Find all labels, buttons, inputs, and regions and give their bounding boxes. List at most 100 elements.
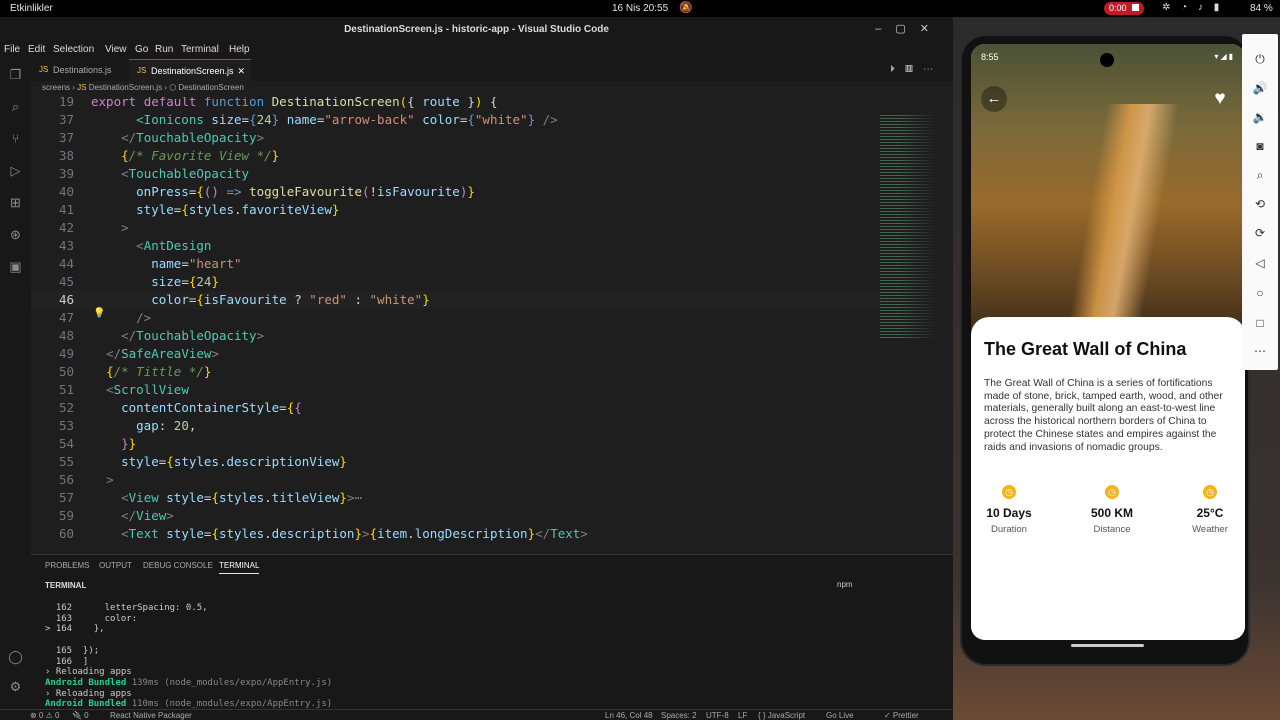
- code-line[interactable]: 39 <TouchableOpacity: [31, 165, 881, 183]
- code-line[interactable]: 37 <Ionicons size={24} name="arrow-back"…: [31, 111, 881, 129]
- gesture-bar[interactable]: [962, 632, 1252, 666]
- code-line[interactable]: 60 <Text style={styles.description}>{ite…: [31, 525, 881, 543]
- tab-destinations[interactable]: JS Destinations.js: [31, 59, 129, 81]
- rotate-left-icon[interactable]: ⟲: [1242, 197, 1278, 211]
- breadcrumb-file[interactable]: DestinationScreen.js: [89, 83, 162, 92]
- volume-up-icon[interactable]: 🔊: [1242, 81, 1278, 95]
- status-encoding[interactable]: UTF-8: [706, 711, 729, 720]
- code-line[interactable]: 45 size={24}: [31, 273, 881, 291]
- editor-actions[interactable]: ⏵▥⋯: [890, 64, 943, 75]
- line-number: 55: [58, 454, 74, 469]
- menu-run[interactable]: Run: [155, 44, 173, 55]
- explorer-icon[interactable]: ❐: [7, 67, 24, 84]
- code-line[interactable]: 49 </SafeAreaView>: [31, 345, 881, 363]
- code-text: </TouchableOpacity>: [121, 130, 265, 145]
- menu-go[interactable]: Go: [135, 44, 148, 55]
- line-number: 45: [58, 274, 74, 289]
- breadcrumb-folder[interactable]: screens: [42, 83, 70, 92]
- menu-edit[interactable]: Edit: [28, 44, 45, 55]
- code-text: <Ionicons size={24} name="arrow-back" co…: [136, 112, 558, 127]
- system-tray-icons[interactable]: ✲ ◔ ♪ ▮: [1162, 2, 1223, 13]
- home-icon[interactable]: ○: [1242, 286, 1278, 300]
- code-line[interactable]: 47 />: [31, 309, 881, 327]
- line-number: 41: [58, 202, 74, 217]
- lightbulb-icon[interactable]: 💡: [93, 308, 105, 319]
- volume-down-icon[interactable]: 🔉: [1242, 110, 1278, 124]
- clock[interactable]: 16 Nis 20:55: [612, 3, 668, 14]
- rotate-right-icon[interactable]: ⟳: [1242, 226, 1278, 240]
- run-debug-icon[interactable]: ▷: [7, 163, 24, 180]
- status-eol[interactable]: LF: [738, 711, 747, 720]
- window-controls[interactable]: –▢✕: [875, 17, 943, 42]
- status-cursor-position[interactable]: Ln 46, Col 48: [605, 711, 653, 720]
- code-line[interactable]: 40 onPress={() => toggleFavourite(!isFav…: [31, 183, 881, 201]
- back-button[interactable]: ←: [981, 86, 1007, 112]
- menu-terminal[interactable]: Terminal: [181, 44, 219, 55]
- more-icon[interactable]: ⋯: [1242, 344, 1278, 358]
- camera-icon[interactable]: ◙: [1242, 139, 1278, 153]
- status-prettier[interactable]: ✓ Prettier: [884, 711, 919, 720]
- code-line[interactable]: 50 {/* Tittle */}: [31, 363, 881, 381]
- panel-tab-problems[interactable]: PROBLEMS: [45, 561, 89, 570]
- code-line[interactable]: 19 export default function DestinationScr…: [31, 97, 881, 111]
- code-line[interactable]: 59 </View>: [31, 507, 881, 525]
- code-line[interactable]: 55 style={styles.descriptionView}: [31, 453, 881, 471]
- breadcrumb-symbol[interactable]: DestinationScreen: [178, 83, 243, 92]
- status-packager[interactable]: React Native Packager: [110, 711, 192, 720]
- zoom-icon[interactable]: ⌕: [1242, 168, 1278, 183]
- react-native-icon[interactable]: ▣: [7, 259, 24, 276]
- status-bar: ⊗ 0 ⚠ 0 🔌 0 React Native Packager Ln 46,…: [0, 709, 953, 720]
- code-line[interactable]: 38 {/* Favorite View */}: [31, 147, 881, 165]
- remote-icon[interactable]: ⊛: [7, 227, 24, 244]
- overview-icon[interactable]: □: [1242, 316, 1278, 330]
- code-line[interactable]: 48 </TouchableOpacity>: [31, 327, 881, 345]
- extensions-icon[interactable]: ⊞: [7, 195, 24, 212]
- source-control-icon[interactable]: ⑂: [7, 131, 24, 148]
- phone-screen[interactable]: 8:55 ▾◢▮ ← ♥ The Great Wall of China The…: [971, 44, 1245, 640]
- code-line[interactable]: 51 <ScrollView: [31, 381, 881, 399]
- code-text: size={24}: [151, 274, 219, 289]
- code-line[interactable]: 41 style={styles.favoriteView}: [31, 201, 881, 219]
- panel-tab-terminal[interactable]: TERMINAL: [219, 561, 260, 574]
- status-language[interactable]: { } JavaScript: [758, 711, 805, 720]
- search-icon[interactable]: ⌕: [7, 99, 24, 116]
- code-line[interactable]: 44 name="heart": [31, 255, 881, 273]
- terminal-output[interactable]: 162 letterSpacing: 0.5, 163 color: > 164 …: [45, 603, 332, 710]
- minimap[interactable]: [880, 115, 950, 340]
- screen-record-indicator[interactable]: 0:00: [1104, 2, 1144, 15]
- panel-tab-output[interactable]: OUTPUT: [99, 561, 132, 570]
- code-line[interactable]: 46 color={isFavourite ? "red" : "white"}: [31, 291, 881, 309]
- menu-view[interactable]: View: [105, 44, 127, 55]
- status-ports[interactable]: 🔌 0: [72, 711, 89, 720]
- menu-selection[interactable]: Selection: [53, 44, 94, 55]
- back-icon[interactable]: ◁: [1242, 256, 1278, 270]
- tab-destination-screen[interactable]: JS DestinationScreen.js ✕: [129, 59, 251, 81]
- code-line[interactable]: 37 </TouchableOpacity>: [31, 129, 881, 147]
- heart-icon[interactable]: ♥: [1207, 86, 1233, 112]
- code-line[interactable]: 56 >: [31, 471, 881, 489]
- status-go-live[interactable]: Go Live: [826, 711, 854, 720]
- code-line[interactable]: 53 gap: 20,: [31, 417, 881, 435]
- code-line[interactable]: 57 <View style={styles.titleView}>⋯: [31, 489, 881, 507]
- status-indentation[interactable]: Spaces: 2: [661, 711, 697, 720]
- menu-help[interactable]: Help: [229, 44, 250, 55]
- terminal-shell-label[interactable]: npm: [837, 580, 853, 589]
- code-line[interactable]: 43 <AntDesign: [31, 237, 881, 255]
- line-number: 19: [58, 97, 74, 109]
- code-editor[interactable]: 19 export default function DestinationScr…: [31, 97, 953, 554]
- account-icon[interactable]: ◯: [7, 649, 24, 666]
- details-card: The Great Wall of China The Great Wall o…: [971, 317, 1245, 640]
- code-line[interactable]: 54 }}: [31, 435, 881, 453]
- status-problems[interactable]: ⊗ 0 ⚠ 0: [30, 711, 59, 720]
- close-icon[interactable]: ✕: [237, 60, 245, 82]
- power-icon[interactable]: ⏻: [1242, 52, 1278, 67]
- menu-file[interactable]: File: [4, 44, 20, 55]
- code-line[interactable]: 52 contentContainerStyle={{: [31, 399, 881, 417]
- activities-button[interactable]: Etkinlikler: [10, 3, 53, 14]
- line-number: 50: [58, 364, 74, 379]
- settings-gear-icon[interactable]: ⚙: [7, 679, 24, 696]
- home-pill[interactable]: [1071, 644, 1144, 647]
- code-line[interactable]: 42 >: [31, 219, 881, 237]
- panel-tab-debug-console[interactable]: DEBUG CONSOLE: [143, 561, 213, 570]
